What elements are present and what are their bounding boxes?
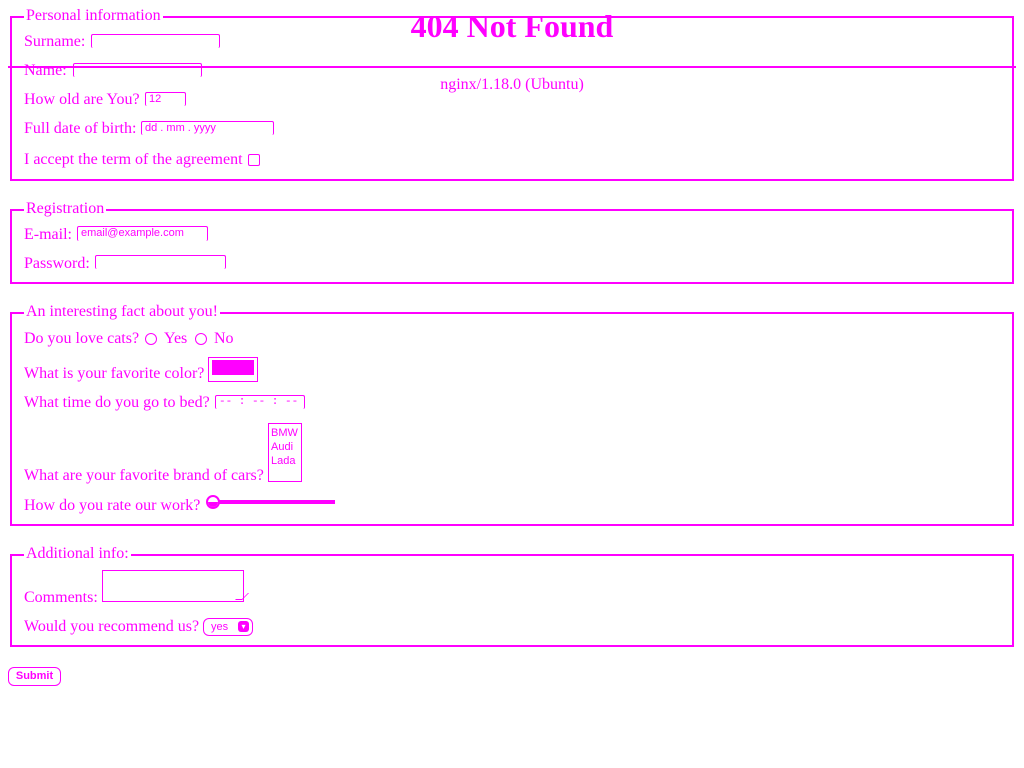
- rating-label: How do you rate our work?: [24, 497, 201, 514]
- color-picker[interactable]: [208, 357, 258, 382]
- rating-slider-thumb[interactable]: [206, 495, 220, 509]
- color-picker-fill: [212, 360, 254, 375]
- color-label: What is your favorite color?: [24, 365, 205, 382]
- personal-info-legend: Personal information: [24, 7, 163, 25]
- chevron-down-icon: ▾: [238, 621, 249, 632]
- personal-info-fieldset: Personal information Surname: Name: How …: [10, 7, 1014, 181]
- cats-no-radio[interactable]: [195, 333, 207, 345]
- email-input[interactable]: email@example.com: [77, 226, 208, 241]
- bedtime-label: What time do you go to bed?: [24, 394, 210, 411]
- surname-label: Surname:: [24, 33, 86, 50]
- dob-input[interactable]: dd . mm . yyyy: [141, 121, 274, 135]
- cats-no-label: No: [214, 330, 234, 347]
- cats-yes-label: Yes: [164, 330, 188, 347]
- age-value: 12: [149, 93, 162, 105]
- cars-option[interactable]: BMW: [271, 426, 301, 440]
- password-input[interactable]: [95, 255, 226, 269]
- registration-legend: Registration: [24, 200, 107, 218]
- dob-label: Full date of birth:: [24, 120, 137, 137]
- cars-listbox[interactable]: BMW Audi Lada: [268, 423, 302, 482]
- recommend-label: Would you recommend us?: [24, 618, 200, 635]
- rating-slider-track[interactable]: [208, 500, 335, 504]
- cats-label: Do you love cats?: [24, 330, 140, 347]
- additional-fieldset: Additional info: Comments: Would you rec…: [10, 545, 1014, 647]
- recommend-select[interactable]: yes ▾: [203, 618, 253, 636]
- email-label: E-mail:: [24, 226, 72, 243]
- agreement-label: I accept the term of the agreement: [24, 151, 243, 168]
- password-label: Password:: [24, 255, 90, 272]
- age-label: How old are You?: [24, 91, 140, 108]
- agreement-checkbox[interactable]: [248, 154, 260, 166]
- comments-textarea[interactable]: [102, 570, 249, 602]
- submit-button[interactable]: Submit: [8, 667, 61, 686]
- bedtime-input[interactable]: -- : -- : --: [215, 395, 305, 409]
- comments-label: Comments:: [24, 589, 98, 606]
- recommend-value: yes: [211, 621, 229, 633]
- fact-legend: An interesting fact about you!: [24, 303, 220, 321]
- surname-input[interactable]: [91, 34, 220, 48]
- cats-yes-radio[interactable]: [145, 333, 157, 345]
- rating-thumb-fill: [208, 502, 218, 507]
- registration-fieldset: Registration E-mail: email@example.com P…: [10, 200, 1014, 284]
- name-input[interactable]: [73, 63, 202, 77]
- cars-label: What are your favorite brand of cars?: [24, 467, 264, 484]
- fact-fieldset: An interesting fact about you! Do you lo…: [10, 303, 1014, 526]
- email-placeholder: email@example.com: [81, 227, 184, 239]
- bedtime-placeholder: -- : -- : --: [219, 396, 299, 408]
- resize-grip-icon[interactable]: [235, 593, 249, 600]
- dob-placeholder: dd . mm . yyyy: [145, 122, 216, 134]
- cars-option[interactable]: Lada: [271, 454, 301, 468]
- age-input[interactable]: 12: [145, 92, 186, 106]
- name-label: Name:: [24, 62, 67, 79]
- cars-option[interactable]: Audi: [271, 440, 301, 454]
- additional-legend: Additional info:: [24, 545, 131, 563]
